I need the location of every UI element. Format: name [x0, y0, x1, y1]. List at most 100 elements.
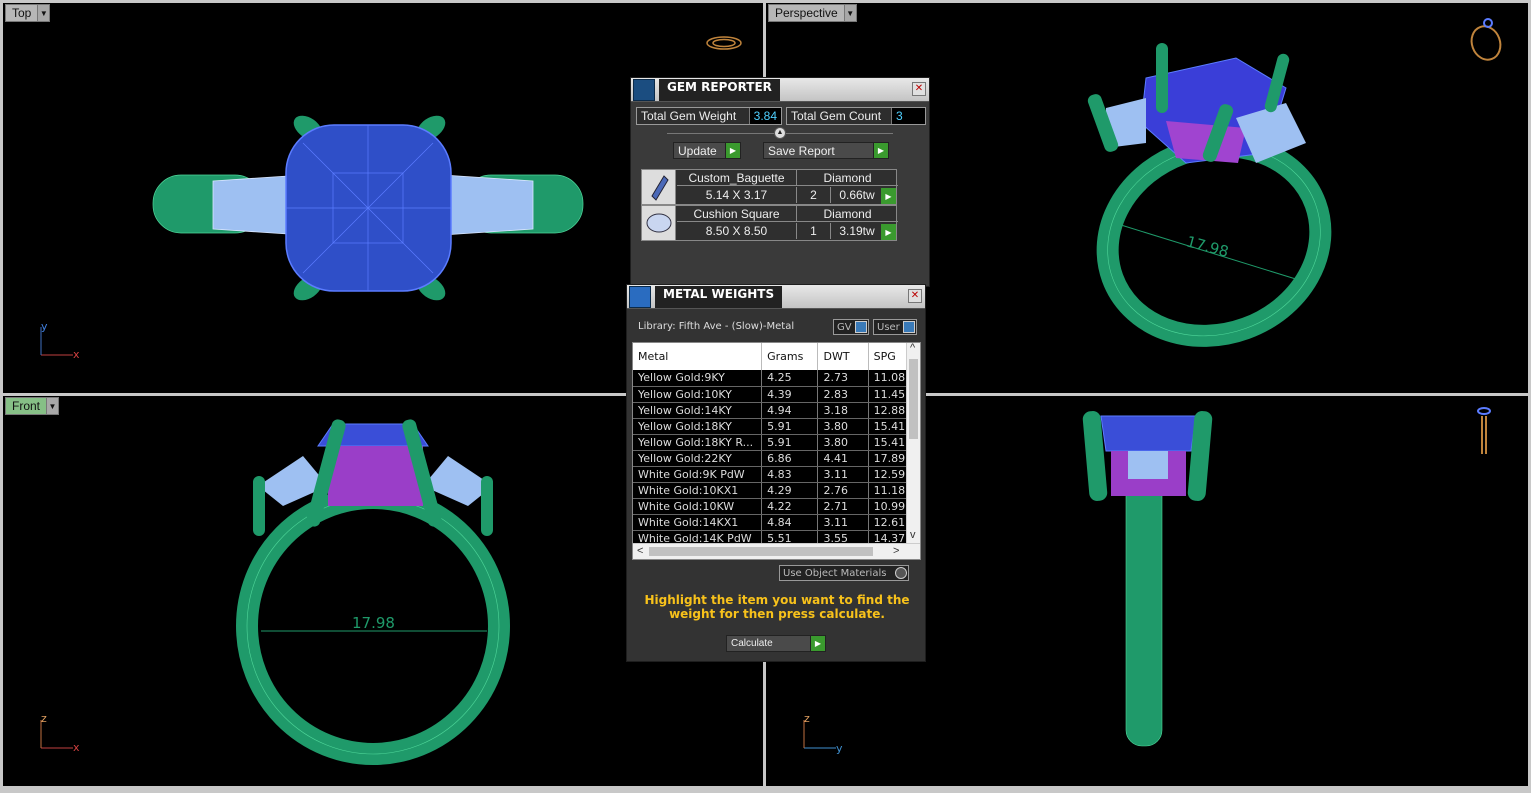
- cushion-gem-icon: [642, 206, 676, 240]
- table-header-row: Metal Grams DWT SPG: [633, 343, 920, 370]
- dwt-cell: 3.80: [817, 418, 869, 435]
- metal-cell: Yellow Gold:10KY: [633, 386, 763, 403]
- table-row[interactable]: White Gold:10KW 4.22 2.71 10.99: [633, 498, 920, 515]
- calculate-button[interactable]: Calculate ▶: [726, 635, 826, 652]
- dwt-cell: 3.11: [817, 514, 869, 531]
- gem-name: Custom_Baguette: [677, 170, 797, 186]
- table-row[interactable]: Yellow Gold:10KY 4.39 2.83 11.45: [633, 386, 920, 403]
- table-row[interactable]: Yellow Gold:22KY 6.86 4.41 17.89: [633, 450, 920, 467]
- dwt-cell: 2.83: [817, 386, 869, 403]
- table-row[interactable]: Yellow Gold:18KY 5.91 3.80 15.41: [633, 418, 920, 435]
- gem-weight: 3.19tw: [839, 224, 875, 238]
- close-icon[interactable]: ✕: [908, 289, 922, 303]
- perspective-dimension-label: 17.98: [1184, 232, 1230, 261]
- collapse-icon[interactable]: ▲: [774, 127, 786, 139]
- grams-cell: 6.86: [761, 450, 819, 467]
- metal-cell: Yellow Gold:9KY: [633, 370, 763, 387]
- table-row[interactable]: Yellow Gold:14KY 4.94 3.18 12.88: [633, 402, 920, 419]
- play-icon: ▶: [873, 143, 888, 158]
- gem-reporter-icon: [633, 79, 655, 101]
- calculate-label: Calculate: [731, 638, 773, 649]
- col-metal[interactable]: Metal: [633, 343, 763, 370]
- grams-cell: 5.91: [761, 418, 819, 435]
- metal-table[interactable]: Metal Grams DWT SPG Yellow Gold:9KY 4.25 2…: [632, 342, 921, 560]
- save-report-label: Save Report: [768, 143, 835, 158]
- table-row[interactable]: White Gold:14KX1 4.84 3.11 12.61: [633, 514, 920, 531]
- gem-material: Diamond: [797, 206, 898, 222]
- gv-toggle-label: GV: [837, 321, 852, 333]
- metal-cell: White Gold:10KW: [633, 498, 763, 515]
- toggle-knob-icon: [903, 321, 915, 333]
- gem-row[interactable]: Cushion Square Diamond 8.50 X 8.50 1 3.1…: [641, 205, 898, 241]
- table-row[interactable]: Yellow Gold:9KY 4.25 2.73 11.08: [633, 370, 920, 387]
- horizontal-scrollbar[interactable]: < >: [633, 543, 920, 559]
- total-gem-count: Total Gem Count 3: [786, 107, 926, 125]
- grams-cell: 5.91: [761, 434, 819, 451]
- grams-cell: 4.25: [761, 370, 819, 387]
- gem-reporter-panel: GEM REPORTER ✕ Total Gem Weight 3.84 Tot…: [630, 77, 930, 287]
- gem-name: Cushion Square: [677, 206, 797, 222]
- col-dwt[interactable]: DWT: [817, 343, 869, 370]
- ring-thumbnail-icon: [1477, 407, 1491, 454]
- toggle-knob-icon: [855, 321, 867, 333]
- axis-y-label: y: [836, 742, 843, 755]
- grams-cell: 4.94: [761, 402, 819, 419]
- axis-y-label: y: [41, 320, 48, 333]
- dwt-cell: 3.18: [817, 402, 869, 419]
- dwt-cell: 2.71: [817, 498, 869, 515]
- axis-x-label: x: [73, 348, 80, 361]
- metal-cell: Yellow Gold:18KY R...: [633, 434, 763, 451]
- metal-cell: Yellow Gold:18KY: [633, 418, 763, 435]
- play-icon: ▶: [810, 636, 825, 651]
- save-report-button[interactable]: Save Report ▶: [763, 142, 889, 159]
- user-toggle-label: User: [877, 321, 900, 333]
- calculate-hint: Highlight the item you want to find the …: [644, 593, 910, 621]
- axis-z-label: z: [804, 712, 810, 725]
- gem-reporter-title: GEM REPORTER: [659, 79, 780, 101]
- metal-weights-icon: [629, 286, 651, 308]
- vertical-scrollbar[interactable]: ^ v: [906, 343, 920, 543]
- gem-qty: 2: [797, 187, 831, 203]
- baguette-gem-icon: [642, 170, 676, 204]
- grams-cell: 4.22: [761, 498, 819, 515]
- gem-reporter-titlebar[interactable]: GEM REPORTER ✕: [631, 78, 929, 102]
- dwt-cell: 4.41: [817, 450, 869, 467]
- gem-size: 8.50 X 8.50: [677, 223, 797, 239]
- use-object-materials-toggle[interactable]: Use Object Materials: [779, 565, 909, 581]
- total-gem-count-label: Total Gem Count: [791, 109, 882, 123]
- ring-thumbnail-icon: [1470, 18, 1502, 61]
- gv-toggle[interactable]: GV: [833, 319, 869, 335]
- user-toggle[interactable]: User: [873, 319, 917, 335]
- grams-cell: 4.84: [761, 514, 819, 531]
- total-gem-count-value: 3: [891, 108, 925, 124]
- front-dimension-label: 17.98: [352, 614, 395, 632]
- axis-z-label: z: [41, 712, 47, 725]
- play-icon[interactable]: ▶: [881, 188, 896, 204]
- use-object-materials-label: Use Object Materials: [783, 567, 887, 579]
- metal-cell: White Gold:10KX1: [633, 482, 763, 499]
- gem-row[interactable]: Custom_Baguette Diamond 5.14 X 3.17 2 0.…: [641, 169, 898, 205]
- gem-qty: 1: [797, 223, 831, 239]
- dwt-cell: 3.11: [817, 466, 869, 483]
- close-icon[interactable]: ✕: [912, 82, 926, 96]
- metal-cell: White Gold:9K PdW: [633, 466, 763, 483]
- grams-cell: 4.83: [761, 466, 819, 483]
- dwt-cell: 2.76: [817, 482, 869, 499]
- metal-cell: Yellow Gold:22KY: [633, 450, 763, 467]
- axis-x-label: x: [73, 741, 80, 754]
- table-row[interactable]: White Gold:9K PdW 4.83 3.11 12.59: [633, 466, 920, 483]
- table-row[interactable]: Yellow Gold:18KY R... 5.91 3.80 15.41: [633, 434, 920, 451]
- grams-cell: 4.39: [761, 386, 819, 403]
- play-icon[interactable]: ▶: [881, 224, 896, 240]
- radio-icon: [895, 567, 907, 579]
- gem-weight: 0.66tw: [839, 188, 875, 202]
- ring-thumbnail-icon: [706, 36, 742, 50]
- update-button[interactable]: Update ▶: [673, 142, 741, 159]
- table-row[interactable]: White Gold:10KX1 4.29 2.76 11.18: [633, 482, 920, 499]
- metal-cell: Yellow Gold:14KY: [633, 402, 763, 419]
- dwt-cell: 3.80: [817, 434, 869, 451]
- col-grams[interactable]: Grams: [761, 343, 819, 370]
- total-gem-weight-value: 3.84: [748, 108, 781, 124]
- metal-weights-titlebar[interactable]: METAL WEIGHTS ✕: [627, 285, 925, 309]
- gem-size: 5.14 X 3.17: [677, 187, 797, 203]
